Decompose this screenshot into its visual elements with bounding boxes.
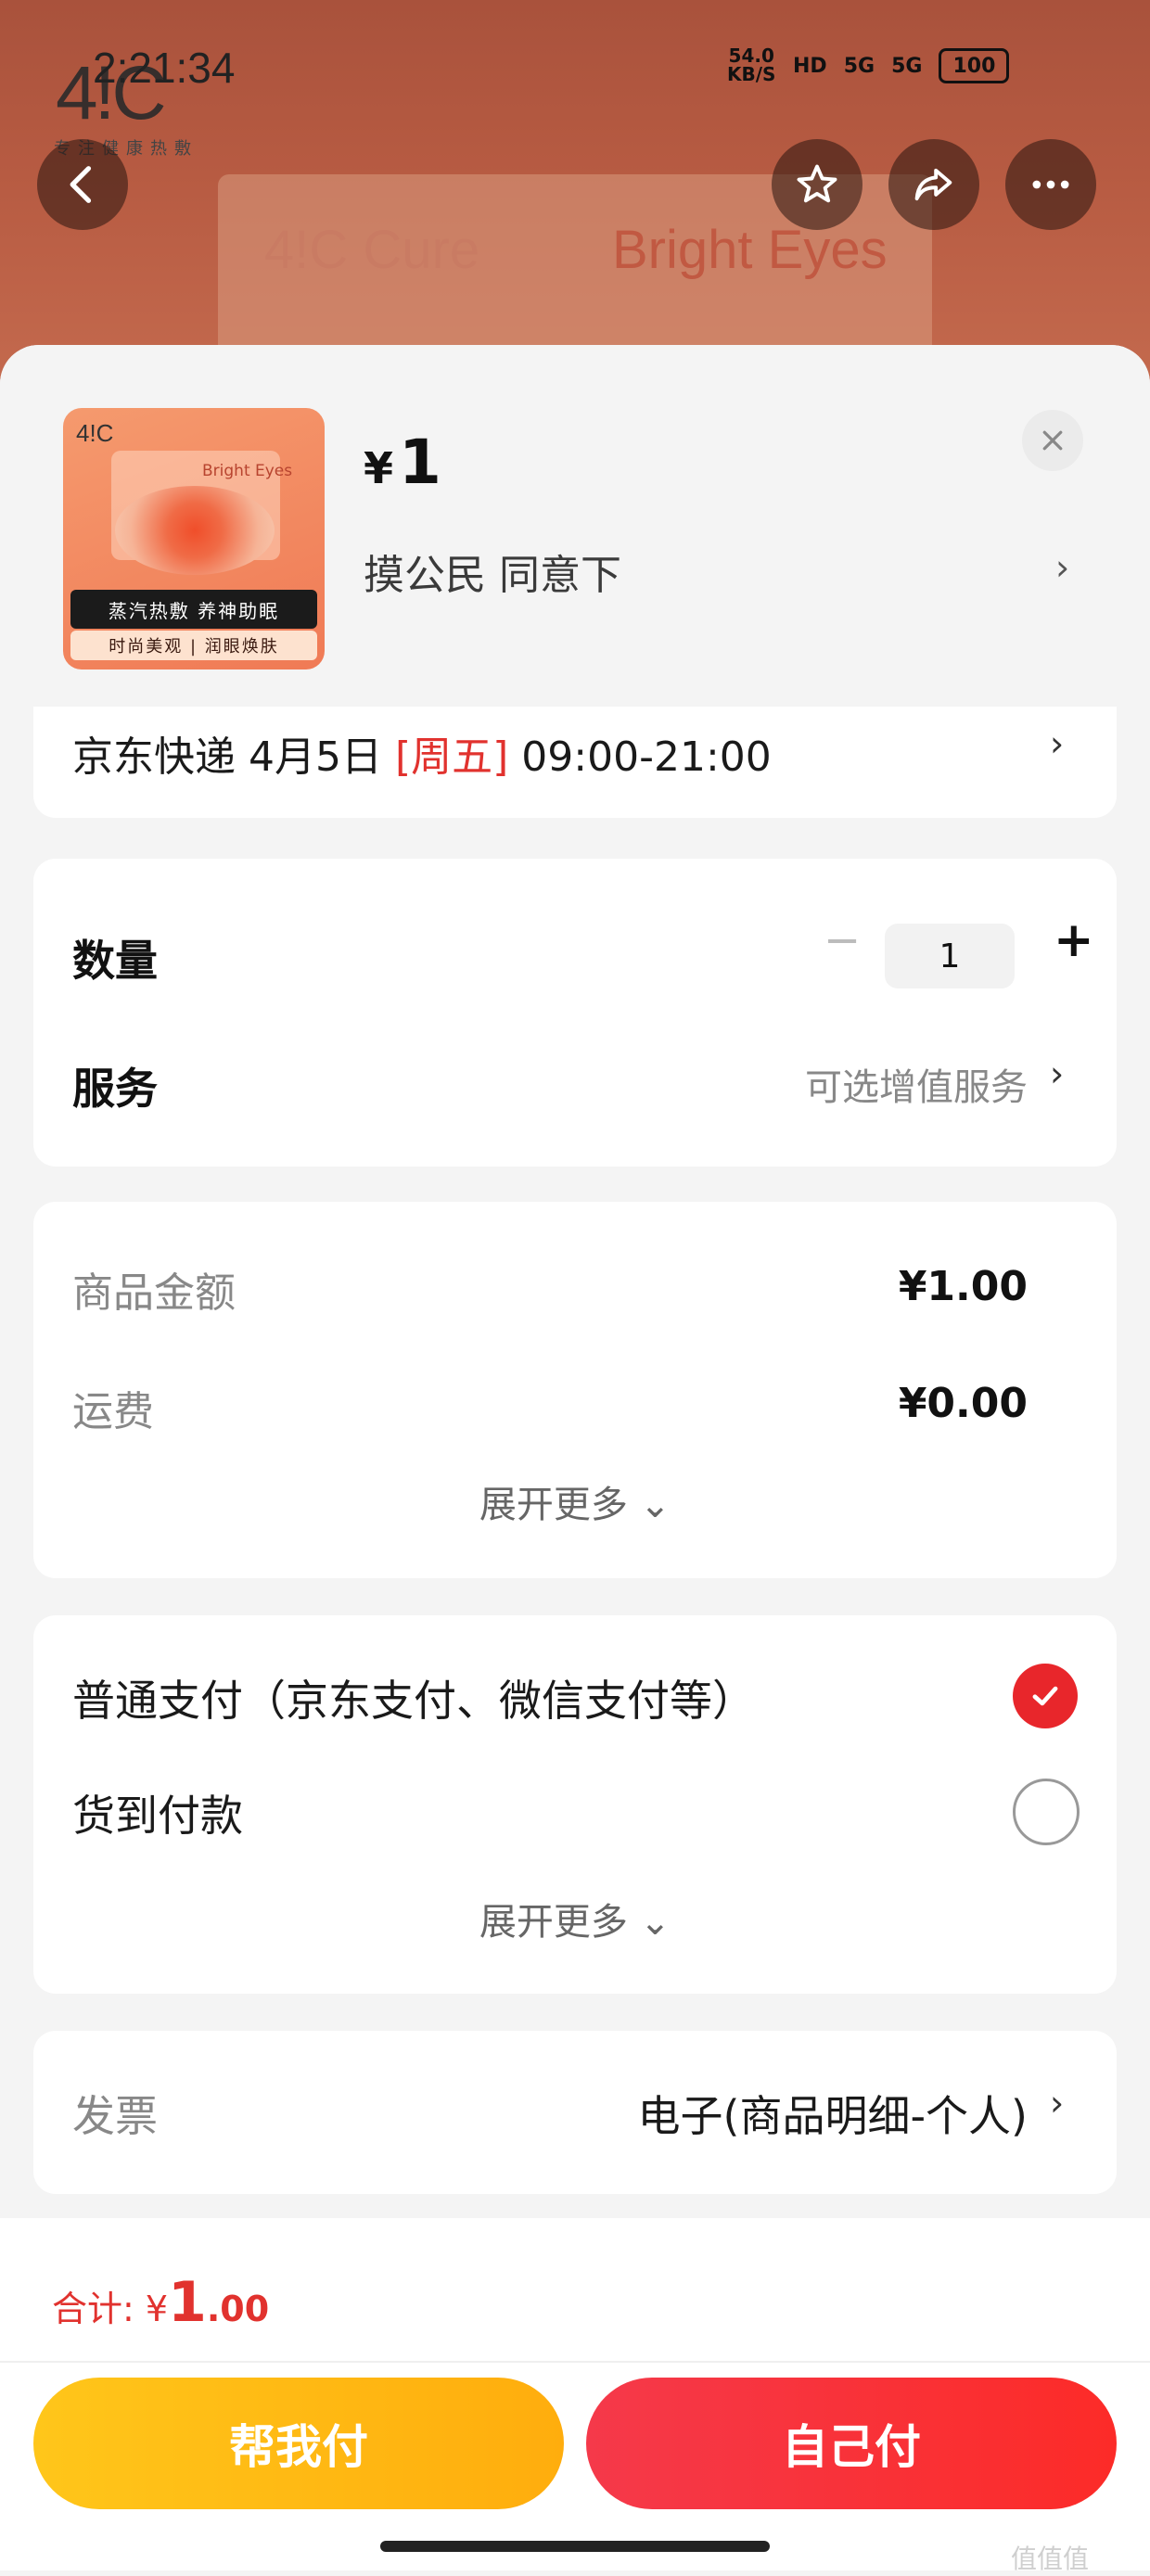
quantity-service-card: 数量 − 1 + 服务 可选增值服务 › [33,859,1117,1167]
status-bar: 2:21:34 54.0 KB/S HD 5G 5G 100 [0,37,1150,102]
signal-5g-icon: 5G [843,54,875,78]
footer-divider [0,2361,1150,2363]
backdrop-brand-right: Bright Eyes [612,220,888,280]
network-speed-unit: KB/S [727,63,776,85]
checkout-footer: 合计: ¥1.00 帮我付 自己付 值值值 [0,2218,1150,2574]
home-indicator[interactable] [380,2541,770,2552]
delivery-time: 09:00-21:00 [508,733,772,781]
chevron-left-icon [70,166,92,203]
amount-card: 商品金额 ¥1.00 运费 ¥0.00 展开更多 ⌄ [33,1202,1117,1578]
hd-icon: HD [793,54,827,78]
payment-card: 普通支付（京东支付、微信支付等） 货到付款 展开更多 ⌄ [33,1615,1117,1994]
invoice-value: 电子(商品明细-个人) [637,2091,1029,2141]
goods-amount-label: 商品金额 [72,1269,236,1317]
payment-radio-unselected[interactable] [1013,1779,1080,1845]
address-line[interactable]: 摸公民 同意下 [364,542,621,601]
signal-5g-icon-2: 5G [891,54,923,78]
chevron-right-icon: › [1050,723,1065,764]
chevron-right-icon[interactable]: › [1050,1053,1064,1094]
payment-radio-selected[interactable] [1013,1664,1078,1728]
thumb-band: 蒸汽热敷 养神助眠 [70,590,317,629]
thumb-brand: Bright Eyes [202,462,293,480]
product-header: 4!C Bright Eyes 蒸汽热敷 养神助眠 时尚美观 | 润眼焕肤 ¥1… [0,345,1150,707]
quantity-input[interactable]: 1 [885,924,1015,988]
star-icon [797,164,837,203]
service-label: 服务 [72,1064,158,1114]
thumb-logo: 4!C [76,419,114,447]
goods-amount-value: ¥1.00 [898,1263,1028,1310]
share-button[interactable] [888,139,979,230]
delivery-text: 京东快递 4月5日 [周五] 09:00-21:00 [72,723,772,783]
chevron-right-icon: › [1050,2083,1065,2123]
total-decimal: .00 [206,2289,270,2329]
service-value[interactable]: 可选增值服务 [805,1057,1028,1111]
favorite-button[interactable] [772,139,862,230]
payment-option-normal[interactable]: 普通支付（京东支付、微信支付等） [72,1667,755,1728]
product-price: ¥1 [364,427,441,498]
eye-graphic [115,486,275,575]
backdrop-brand-left: 4!C Cure [264,220,480,280]
watermark: 值值值 [1011,2544,1090,2574]
payment-option-cod[interactable]: 货到付款 [72,1782,243,1843]
expand-more-payment[interactable]: 展开更多 ⌄ [33,1892,1117,1945]
quantity-plus-button[interactable]: + [1054,912,1094,968]
more-button[interactable] [1005,139,1096,230]
status-time: 2:21:34 [93,44,236,92]
self-pay-button[interactable]: 自己付 [586,2378,1117,2509]
back-button[interactable] [37,139,128,230]
network-speed-value: 54.0 [728,45,774,67]
network-speed: 54.0 KB/S [727,46,775,83]
price-currency: ¥ [364,443,394,493]
expand-more-amounts[interactable]: 展开更多 ⌄ [33,1474,1117,1528]
quantity-label: 数量 [72,936,158,986]
more-icon [1032,180,1069,189]
delivery-row[interactable]: 京东快递 4月5日 [周五] 09:00-21:00 › [33,707,1117,818]
invoice-label: 发票 [72,2091,158,2141]
battery-icon: 100 [939,48,1010,83]
close-button[interactable] [1022,410,1083,471]
quantity-minus-button[interactable]: − [824,914,861,966]
total-int: 1 [168,2270,207,2335]
help-pay-button[interactable]: 帮我付 [33,2378,564,2509]
product-thumbnail[interactable]: 4!C Bright Eyes 蒸汽热敷 养神助眠 时尚美观 | 润眼焕肤 [63,408,325,670]
price-value: 1 [399,427,441,498]
thumb-subtitle: 时尚美观 | 润眼焕肤 [70,631,317,660]
chevron-right-icon[interactable]: › [1055,547,1069,588]
check-icon [1032,1686,1058,1706]
total-amount: 合计: ¥1.00 [52,2270,269,2335]
close-icon [1042,430,1063,451]
total-label: 合计: ¥ [52,2289,169,2329]
shipping-value: ¥0.00 [898,1380,1028,1427]
invoice-row[interactable]: 发票 电子(商品明细-个人) › [33,2031,1117,2194]
delivery-date: 京东快递 4月5日 [72,733,395,781]
share-icon [914,168,952,201]
shipping-label: 运费 [72,1388,154,1435]
delivery-weekday: [周五] [394,733,509,781]
status-icons: HD 5G 5G 100 [793,48,1010,83]
